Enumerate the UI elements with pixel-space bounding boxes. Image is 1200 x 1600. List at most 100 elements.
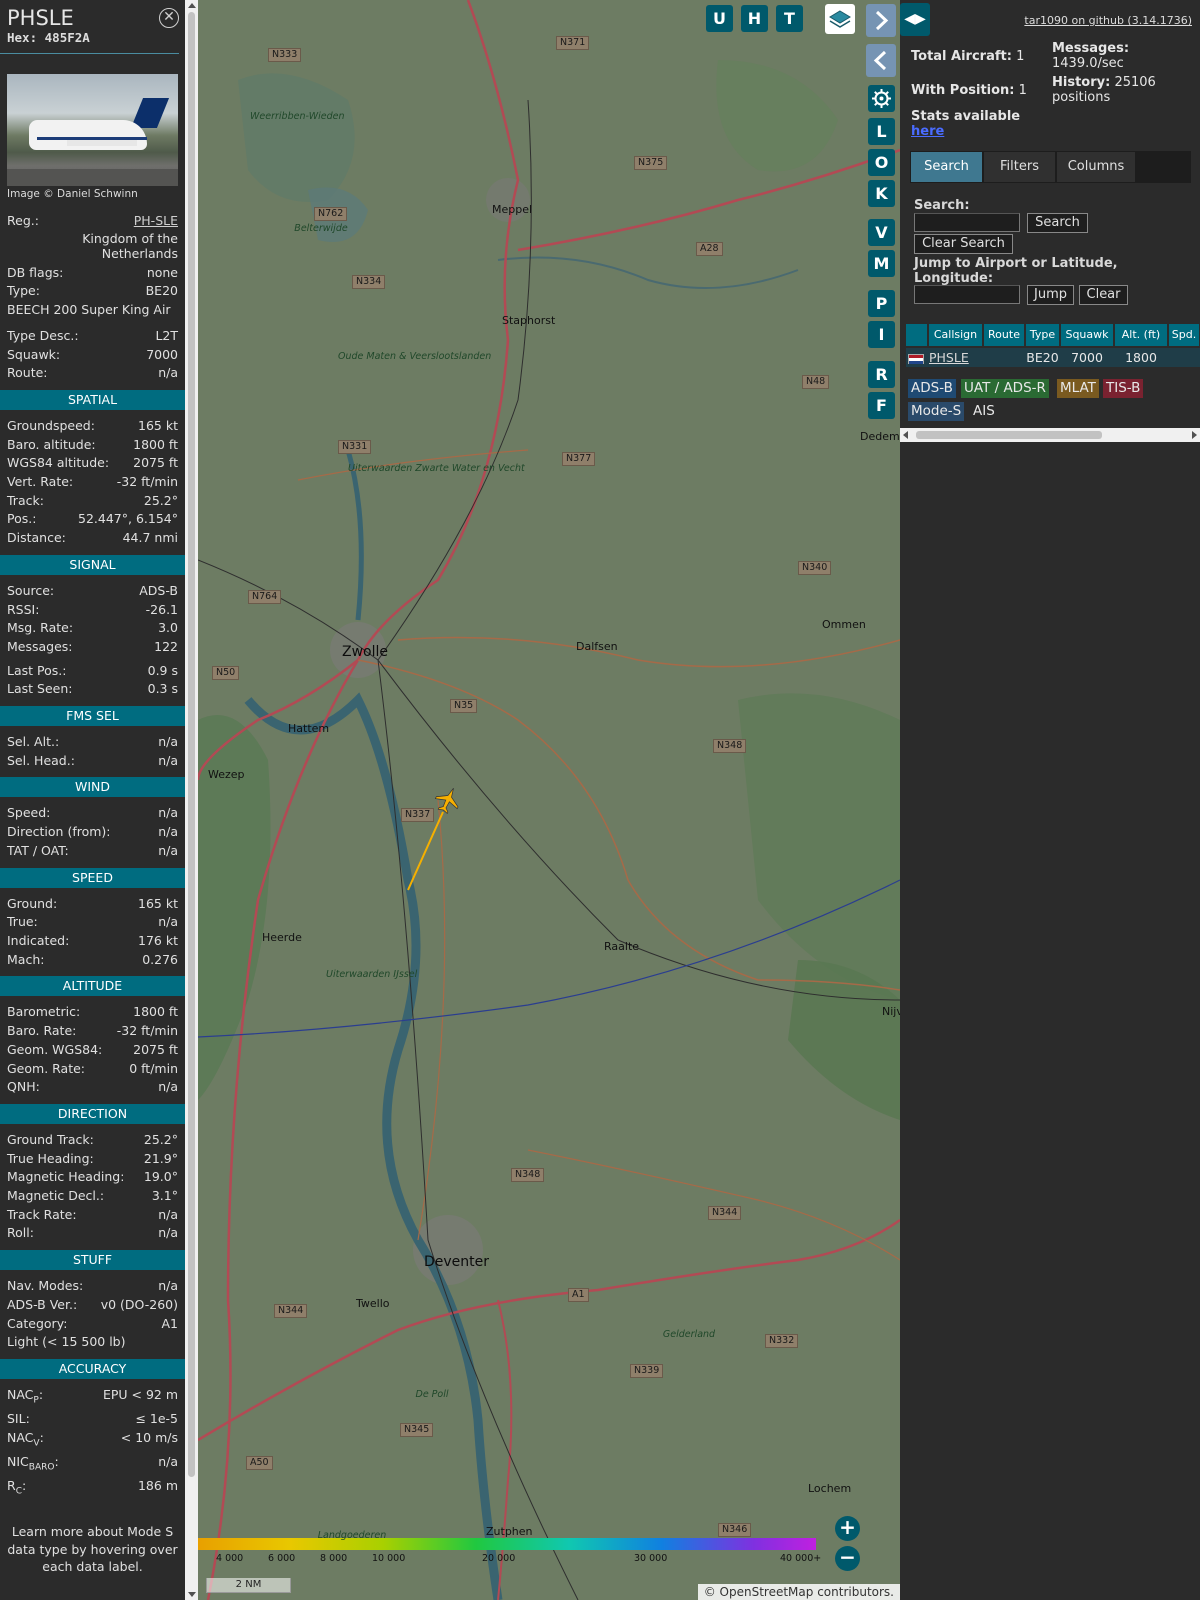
aircraft-info-panel: PHSLE Hex: 485F2A ✕ Image © Daniel Schwi… [0, 0, 185, 1600]
kv-label-main: NIC [7, 1454, 29, 1470]
kv-value: 186 m [137, 1478, 178, 1494]
road-shield: N50 [212, 666, 240, 680]
zoom-out-button[interactable]: − [835, 1546, 860, 1571]
kv-value: 2075 ft [133, 1041, 178, 1057]
nature-label: Belterwijde [294, 223, 348, 234]
kv-value: 44.7 nmi [122, 530, 178, 546]
stats-link[interactable]: here [911, 124, 944, 139]
map-view[interactable]: Zwolle Deventer Dalfsen Raalte Meppel St… [198, 0, 900, 1600]
reg-link[interactable]: PH-SLE [134, 212, 178, 231]
jump-input[interactable] [914, 285, 1020, 304]
kv-label: Direction (from): [7, 824, 111, 840]
road-shield: N333 [268, 48, 302, 62]
kv-row: Geom. Rate: 0 ft/min [0, 1060, 185, 1079]
scroll-left-arrow-icon[interactable] [903, 431, 908, 439]
scroll-right-arrow-icon[interactable] [1192, 431, 1197, 439]
clear-jump-button[interactable]: Clear [1079, 285, 1128, 305]
col-type[interactable]: Type [1026, 324, 1059, 346]
kv-row: Mach: 0.276 [0, 951, 185, 970]
section-direction: DIRECTION [0, 1103, 185, 1124]
toggle-t-button[interactable]: T [776, 5, 803, 32]
kv-value: ADS-B [139, 582, 178, 598]
kv-label: Category: [7, 1315, 68, 1331]
col-squawk[interactable]: Squawk [1061, 324, 1113, 346]
close-icon[interactable]: ✕ [159, 8, 179, 28]
scrollbar-thumb[interactable] [188, 12, 195, 1477]
settings-button[interactable] [868, 85, 895, 112]
toggle-sidebar-button[interactable]: ◀▶ [900, 3, 930, 36]
flag-cell [906, 348, 927, 367]
toggle-r-button[interactable]: R [868, 361, 895, 388]
selected-callsign: PHSLE [7, 6, 74, 30]
tab-filters[interactable]: Filters [984, 152, 1055, 182]
kv-row: Indicated: 176 kt [0, 932, 185, 951]
with-position-label: With Position: [911, 83, 1015, 98]
toggle-h-button[interactable]: H [741, 5, 768, 32]
netherlands-flag-icon [908, 353, 924, 364]
speed-cell [1169, 348, 1199, 367]
toggle-m-button[interactable]: M [868, 250, 895, 277]
kv-row: Magnetic Decl.: 3.1° [0, 1187, 185, 1206]
table-row[interactable]: PHSLE BE20 7000 1800 [906, 348, 1200, 367]
layers-button[interactable] [825, 4, 855, 34]
jump-button[interactable]: Jump [1027, 285, 1074, 305]
toggle-v-button[interactable]: V [868, 219, 895, 246]
nature-label: Uiterwaarden IJssel [326, 969, 418, 980]
info-scrollbar[interactable] [185, 0, 198, 1600]
kv-row: Last Seen: 0.3 s [0, 680, 185, 699]
aircraft-photo[interactable] [7, 74, 178, 186]
type-row: Type: BE20 [0, 282, 185, 301]
toggle-o-button[interactable]: O [868, 149, 895, 176]
stats-available: Stats available here [911, 109, 1020, 139]
kv-label: Roll: [7, 1225, 34, 1241]
altitude-legend-bar [198, 1538, 816, 1550]
section-altitude: ALTITUDE [0, 976, 185, 997]
kv-label: Geom. Rate: [7, 1060, 86, 1076]
kv-value: 19.0° [143, 1169, 178, 1185]
nature-label: Uiterwaarden Zwarte Water en Vecht [348, 464, 525, 474]
messages-stat: Messages: 1439.0/sec [1052, 41, 1129, 71]
kv-value: n/a [158, 1206, 178, 1222]
kv-label: Speed: [7, 805, 51, 821]
callsign-link[interactable]: PHSLE [929, 350, 969, 365]
road-shield: N331 [338, 440, 372, 454]
altitude-legend-label: 40 000+ [780, 1553, 822, 1564]
zoom-in-button[interactable]: + [835, 1516, 860, 1541]
github-link[interactable]: tar1090 on github (3.14.1736) [1024, 14, 1192, 27]
horizontal-scrollbar-thumb[interactable] [916, 431, 1102, 439]
toggle-i-button[interactable]: I [868, 321, 895, 348]
col-altitude[interactable]: Alt. (ft) [1115, 324, 1167, 346]
col-route[interactable]: Route [984, 324, 1024, 346]
kv-value: -32 ft/min [116, 1023, 178, 1039]
search-button[interactable]: Search [1027, 213, 1088, 233]
col-flag[interactable] [906, 324, 927, 346]
tab-columns[interactable]: Columns [1057, 152, 1135, 182]
history-label: History: [1052, 75, 1111, 90]
scroll-down-arrow-icon[interactable] [188, 1592, 196, 1597]
attribution-link[interactable]: OpenStreetMap [720, 1585, 814, 1599]
toggle-k-button[interactable]: K [868, 180, 895, 207]
tab-search[interactable]: Search [911, 152, 982, 182]
kv-label: Last Seen: [7, 681, 73, 697]
scroll-up-arrow-icon[interactable] [188, 3, 196, 8]
kv-label: Geom. WGS84: [7, 1041, 103, 1057]
col-speed[interactable]: Spd. [1169, 324, 1199, 346]
toggle-u-button[interactable]: U [706, 5, 733, 32]
collapse-left-button[interactable] [866, 44, 896, 77]
kv-value: v0 (DO-260) [100, 1296, 178, 1312]
expand-right-button[interactable] [866, 4, 896, 37]
place-label: Dedems [860, 430, 900, 443]
search-input[interactable] [914, 213, 1020, 232]
kv-label-main: NAC [7, 1386, 34, 1402]
clear-search-button[interactable]: Clear Search [914, 234, 1013, 254]
kv-value: 52.447°, 6.154° [78, 511, 178, 527]
col-callsign[interactable]: Callsign [929, 324, 982, 346]
toggle-p-button[interactable]: P [868, 290, 895, 317]
model-row: BEECH 200 Super King Air [0, 301, 185, 320]
kv-row: TAT / OAT: n/a [0, 842, 185, 861]
toggle-l-button[interactable]: L [868, 118, 895, 145]
section-wind: WIND [0, 777, 185, 798]
toggle-f-button[interactable]: F [868, 392, 895, 419]
place-label: Wezep [208, 768, 245, 781]
table-horizontal-scrollbar[interactable] [900, 428, 1200, 442]
